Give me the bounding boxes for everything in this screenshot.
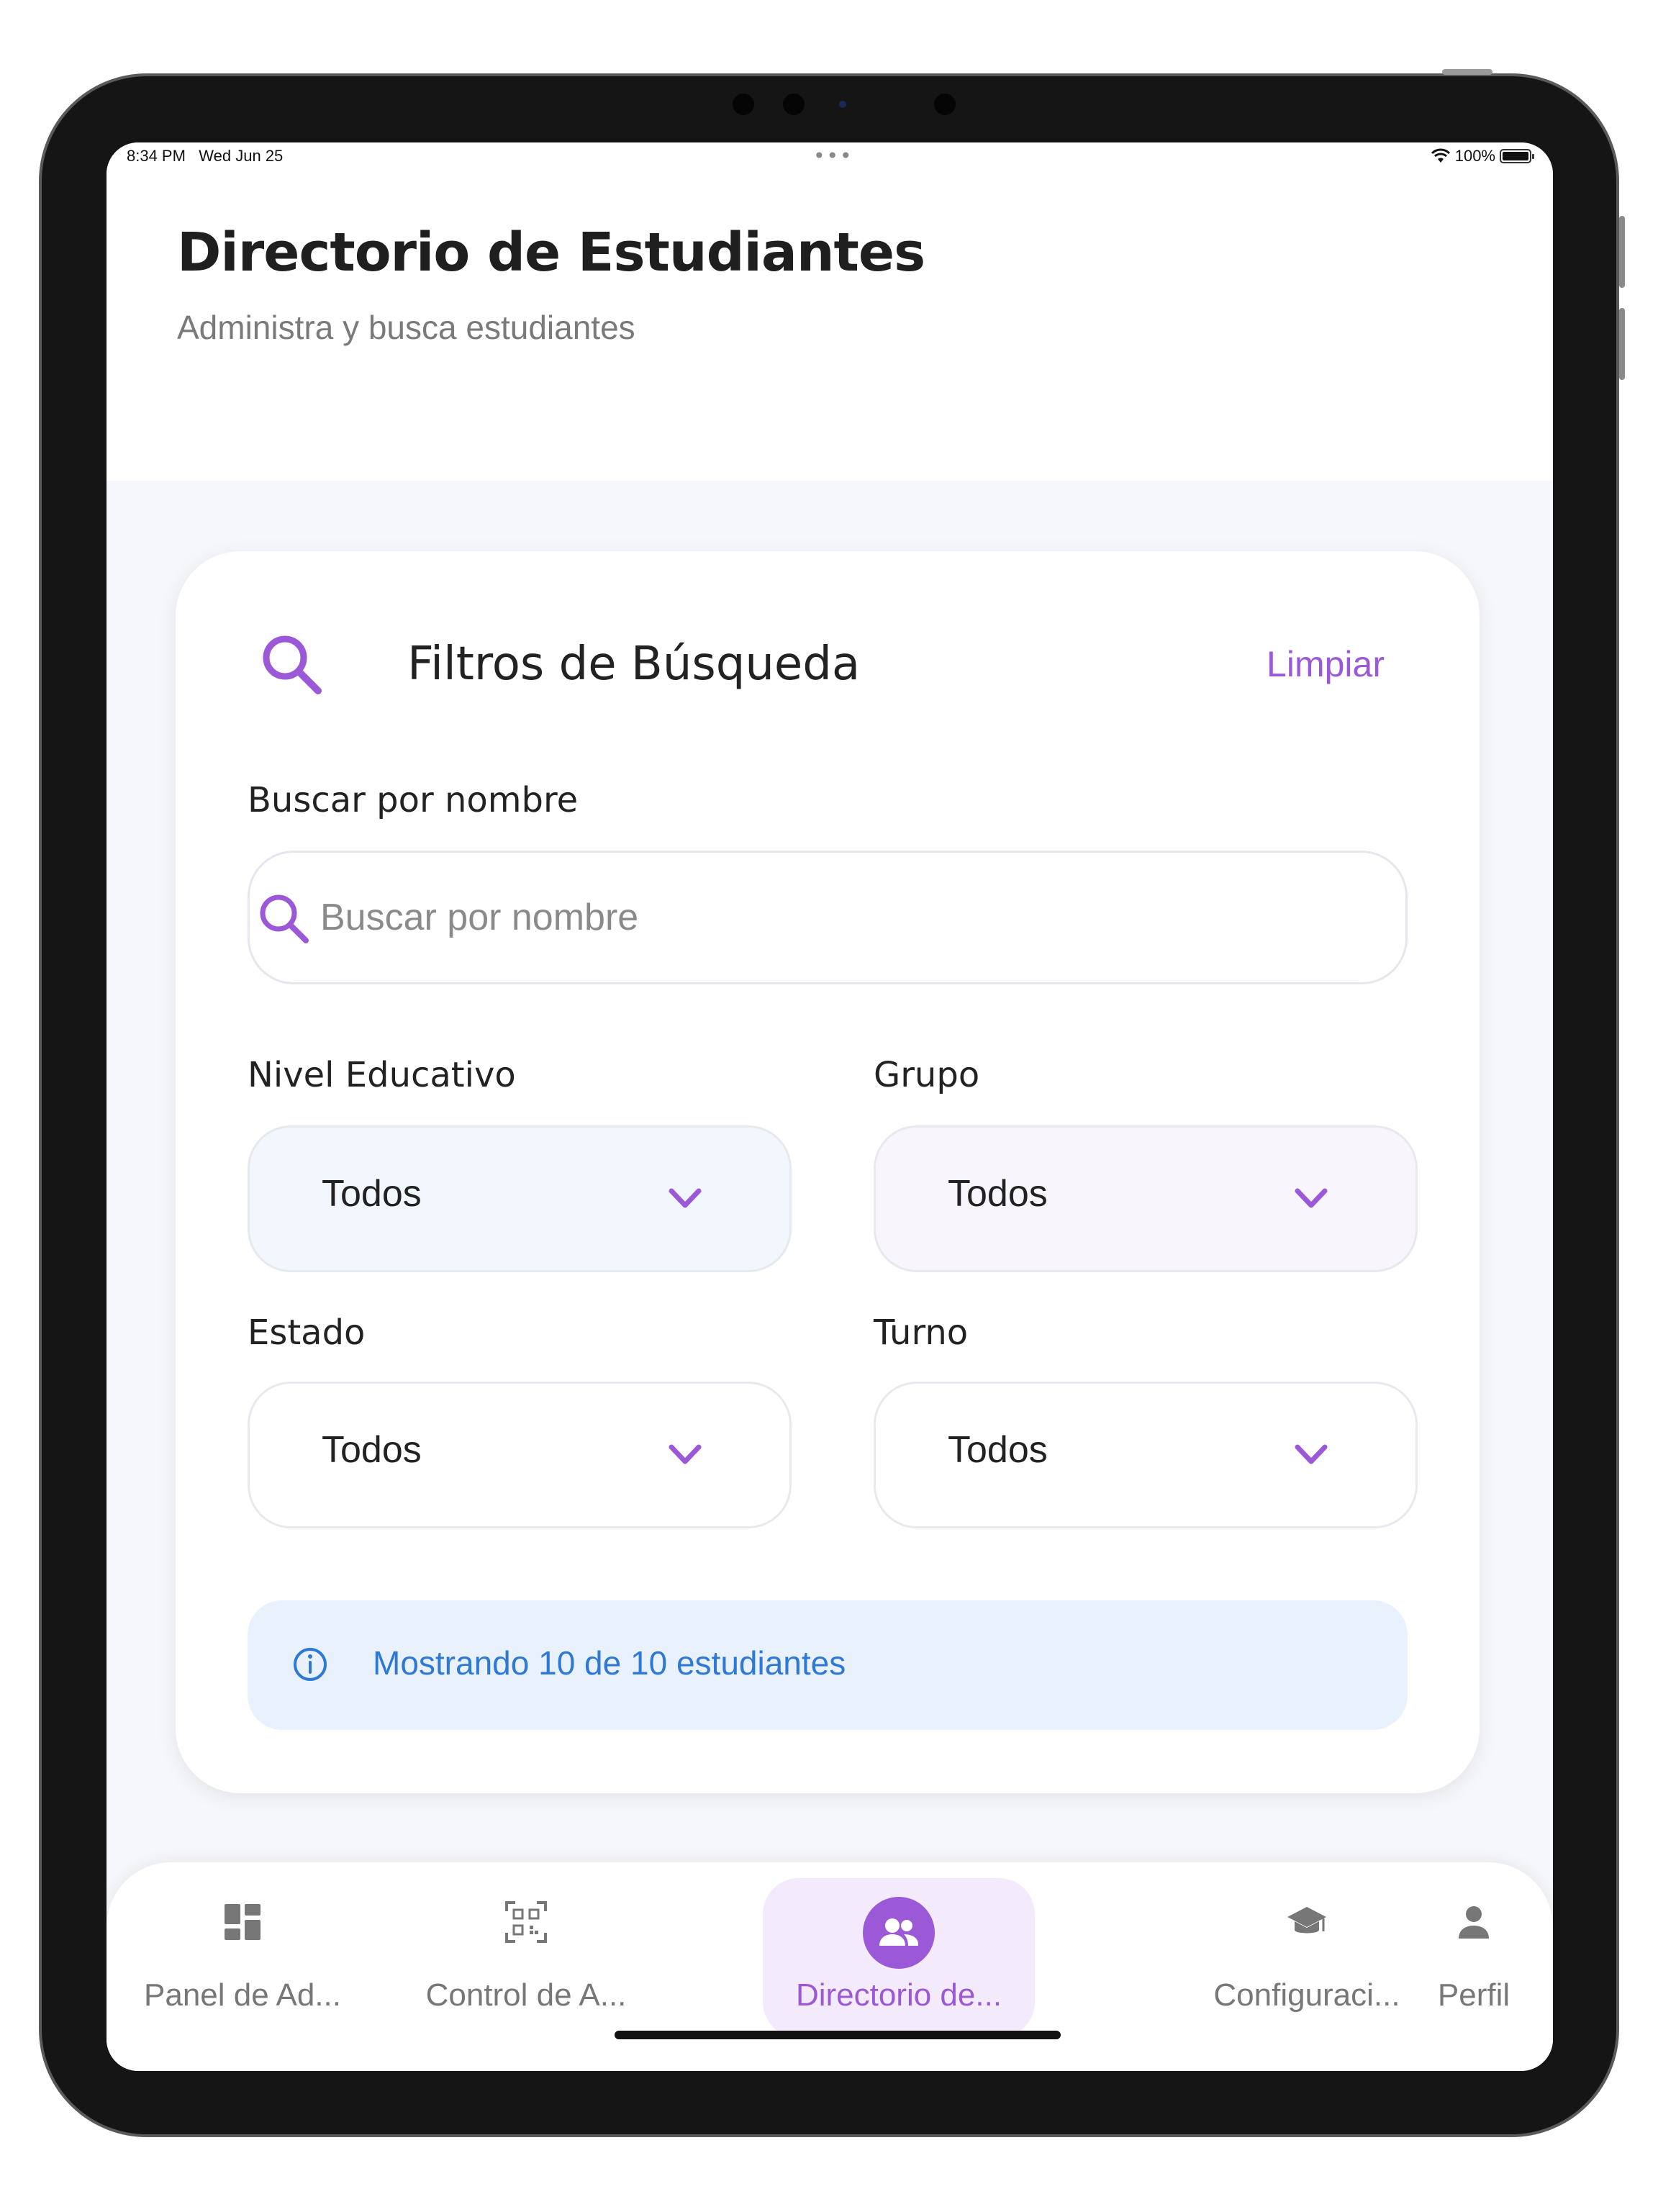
camera-lens bbox=[839, 101, 846, 108]
person-icon bbox=[1459, 1906, 1489, 1939]
chevron-down-icon bbox=[669, 1188, 702, 1208]
tab-label: Directorio de... bbox=[795, 1977, 1002, 2013]
filters-title: Filtros de Búsqueda bbox=[407, 638, 861, 691]
multitasking-dots-icon[interactable]: ••• bbox=[813, 144, 853, 168]
info-icon bbox=[294, 1648, 327, 1681]
search-icon bbox=[263, 635, 322, 694]
page-subtitle: Administra y busca estudiantes bbox=[177, 309, 635, 346]
wifi-icon bbox=[1431, 148, 1450, 163]
battery-percent: 100% bbox=[1454, 147, 1495, 165]
tab-label: Configuraci... bbox=[1213, 1977, 1400, 2013]
tab-panel-admin[interactable]: Panel de Ad... bbox=[107, 1878, 379, 2038]
volume-down-button bbox=[1619, 308, 1625, 380]
status-time: 8:34 PM Wed Jun 25 bbox=[127, 147, 283, 166]
estado-value: Todos bbox=[322, 1429, 422, 1471]
tab-label: Perfil bbox=[1437, 1977, 1510, 2013]
results-count-text: Mostrando 10 de 10 estudiantes bbox=[373, 1644, 846, 1682]
graduation-cap-icon bbox=[1287, 1907, 1326, 1934]
camera-dot bbox=[783, 94, 805, 115]
grupo-label: Grupo bbox=[874, 1055, 980, 1095]
status-bar: 8:34 PM Wed Jun 25 ••• 100% bbox=[107, 142, 1553, 176]
tab-label: Panel de Ad... bbox=[144, 1977, 341, 2013]
search-label: Buscar por nombre bbox=[248, 780, 579, 820]
search-field[interactable] bbox=[248, 851, 1408, 984]
tab-configuracion[interactable]: Configuraci... bbox=[1192, 1878, 1422, 2038]
grupo-select[interactable]: Todos bbox=[874, 1125, 1418, 1272]
status-time-text: 8:34 PM bbox=[127, 147, 186, 165]
results-info-banner: Mostrando 10 de 10 estudiantes bbox=[248, 1600, 1408, 1730]
nivel-value: Todos bbox=[322, 1173, 422, 1215]
bottom-tab-bar: Panel de Ad... Control de A... Directori… bbox=[107, 1862, 1553, 2071]
tab-directorio[interactable]: Directorio de... bbox=[763, 1878, 1035, 2038]
clear-filters-button[interactable]: Limpiar bbox=[1267, 643, 1385, 685]
filters-card: Filtros de Búsqueda Limpiar Buscar por n… bbox=[176, 551, 1480, 1793]
chevron-down-icon bbox=[1295, 1188, 1328, 1208]
tab-control-acceso[interactable]: Control de A... bbox=[390, 1878, 662, 2038]
estado-label: Estado bbox=[248, 1313, 366, 1353]
people-icon bbox=[879, 1918, 918, 1946]
turno-value: Todos bbox=[948, 1429, 1048, 1471]
search-input[interactable] bbox=[319, 884, 1387, 951]
camera-dot bbox=[733, 94, 754, 115]
grupo-value: Todos bbox=[948, 1173, 1048, 1215]
page-header: Directorio de Estudiantes Administra y b… bbox=[107, 176, 1553, 481]
top-button bbox=[1442, 69, 1492, 75]
nivel-label: Nivel Educativo bbox=[248, 1055, 516, 1095]
tab-perfil[interactable]: Perfil bbox=[1402, 1878, 1546, 2038]
turno-select[interactable]: Todos bbox=[874, 1382, 1418, 1528]
status-right: 100% bbox=[1431, 147, 1534, 166]
home-indicator[interactable] bbox=[615, 2031, 1061, 2039]
battery-icon bbox=[1500, 149, 1534, 163]
search-icon bbox=[260, 894, 309, 943]
page-title: Directorio de Estudiantes bbox=[177, 222, 925, 284]
nivel-select[interactable]: Todos bbox=[248, 1125, 792, 1272]
volume-up-button bbox=[1619, 216, 1625, 288]
screen: 8:34 PM Wed Jun 25 ••• 100% Directorio d… bbox=[107, 142, 1553, 2071]
chevron-down-icon bbox=[669, 1444, 702, 1464]
status-date-text: Wed Jun 25 bbox=[199, 147, 284, 165]
tab-label: Control de A... bbox=[425, 1977, 627, 2013]
camera-dot bbox=[934, 94, 956, 115]
dashboard-icon bbox=[225, 1904, 261, 1940]
chevron-down-icon bbox=[1295, 1444, 1328, 1464]
qr-code-icon bbox=[505, 1901, 547, 1943]
estado-select[interactable]: Todos bbox=[248, 1382, 792, 1528]
turno-label: Turno bbox=[874, 1313, 969, 1353]
